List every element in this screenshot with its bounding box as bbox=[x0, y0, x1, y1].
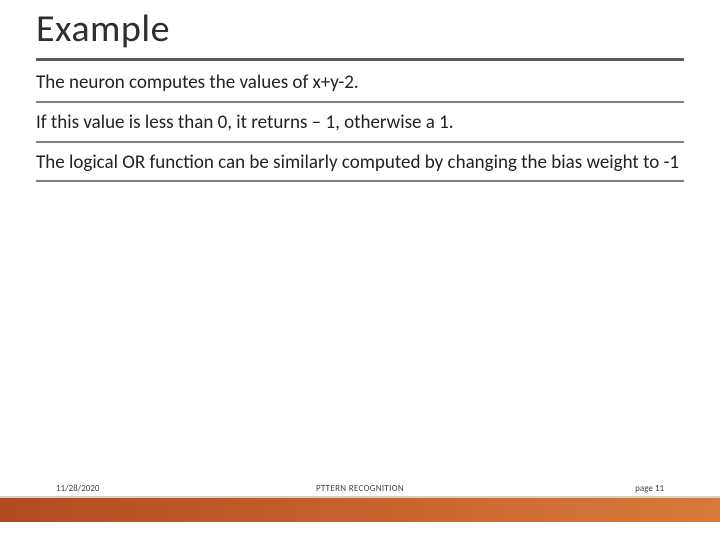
slide-footer: 11/28/2020 PTTERN RECOGNITION page 11 bbox=[0, 480, 720, 496]
paragraph-divider bbox=[36, 141, 684, 143]
footer-date: 11/28/2020 bbox=[56, 483, 259, 494]
paragraph-divider bbox=[36, 180, 684, 182]
slide-title: Example bbox=[36, 6, 684, 52]
footer-center-text: PTTERN RECOGNITION bbox=[259, 483, 462, 494]
slide: Example The neuron computes the values o… bbox=[0, 0, 720, 540]
footer-page-number: page 11 bbox=[461, 483, 664, 494]
slide-header: Example bbox=[0, 0, 720, 56]
paragraph: The neuron computes the values of x+y-2. bbox=[36, 71, 684, 95]
paragraph-divider bbox=[36, 101, 684, 103]
slide-content: The neuron computes the values of x+y-2.… bbox=[0, 61, 720, 182]
paragraph: The logical OR function can be similarly… bbox=[36, 151, 684, 175]
footer-band bbox=[0, 498, 720, 522]
paragraph: If this value is less than 0, it returns… bbox=[36, 111, 684, 135]
